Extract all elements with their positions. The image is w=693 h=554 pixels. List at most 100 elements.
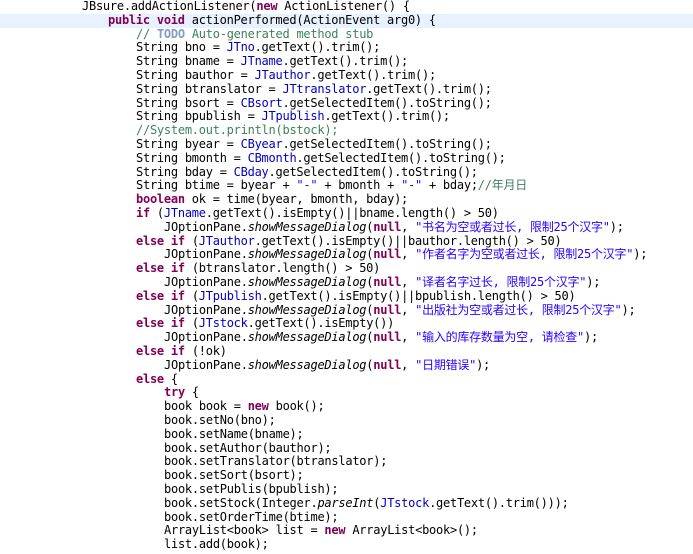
code-token: String bpublish = xyxy=(136,110,262,124)
code-token: , xyxy=(401,220,416,234)
code-line[interactable]: //System.out.println(bstock); xyxy=(0,124,693,138)
code-line[interactable]: book.setSort(bsort); xyxy=(0,469,693,483)
code-token: JTpublish xyxy=(198,289,262,303)
code-token: ( xyxy=(184,289,199,303)
code-token: if xyxy=(170,345,185,358)
code-token: ); xyxy=(586,276,601,289)
code-token: "出版社为空或者过长, 限制25个汉字" xyxy=(415,303,622,317)
code-line[interactable]: else if (btranslator.length() > 50) xyxy=(0,262,693,276)
code-line[interactable]: JBsure.addActionListener(new ActionListe… xyxy=(0,0,693,14)
code-line[interactable]: String byear = CByear.getSelectedItem().… xyxy=(0,138,693,152)
code-line[interactable]: String btranslator = JTtranslator.getTex… xyxy=(0,83,693,97)
code-token: showMessageDialog xyxy=(247,358,367,372)
code-line[interactable]: else if (JTpublish.getText().isEmpty()||… xyxy=(0,290,693,304)
code-token: ); xyxy=(584,331,598,345)
code-line[interactable]: book.setOrderTime(btime); xyxy=(0,511,693,525)
code-token: ok = time(byear, bmonth, bday); xyxy=(184,193,409,207)
code-token: null xyxy=(373,358,402,372)
code-text: String bmonth = CBmonth.getSelectedItem(… xyxy=(136,152,506,166)
code-line-current[interactable]: public void actionPerformed(ActionEvent … xyxy=(0,13,693,28)
code-text: else if (btranslator.length() > 50) xyxy=(136,262,380,276)
code-token: "译者名字过长, 限制25个汉字" xyxy=(415,276,587,289)
code-text: boolean ok = time(byear, bmonth, bday); xyxy=(136,193,408,207)
code-text: else if (JTstock.getText().isEmpty()) xyxy=(136,317,394,331)
code-token: .getText().isEmpty()) xyxy=(247,317,395,331)
code-line[interactable]: else if (!ok) xyxy=(0,345,693,359)
code-line[interactable]: book.setStock(Integer.parseInt(JTstock.g… xyxy=(0,497,693,511)
code-line[interactable]: else if (JTauthor.getText().isEmpty()||b… xyxy=(0,235,693,249)
code-token: .getText().trim(); xyxy=(254,41,381,55)
code-token: (!ok) xyxy=(184,345,227,358)
code-line[interactable]: book.setAuthor(bauthor); xyxy=(0,442,693,456)
code-line[interactable]: book.setTranslator(btranslator); xyxy=(0,455,693,469)
code-line[interactable]: String bauthor = JTauthor.getText().trim… xyxy=(0,69,693,83)
code-line[interactable]: String bmonth = CBmonth.getSelectedItem(… xyxy=(0,152,693,166)
code-text: list.add(book); xyxy=(164,538,269,552)
code-text: book.setName(bname); xyxy=(164,428,304,442)
code-text: ArrayList<book> list = new ArrayList<boo… xyxy=(164,524,478,538)
code-token: , xyxy=(401,303,416,317)
code-token: JOptionPane. xyxy=(164,220,248,234)
code-line[interactable]: JOptionPane.showMessageDialog(null, "译者名… xyxy=(0,276,693,290)
code-line[interactable]: String bpublish = JTpublish.getText().tr… xyxy=(0,110,693,124)
code-text: else if (JTauthor.getText().isEmpty()||b… xyxy=(136,234,562,249)
code-line[interactable]: JOptionPane.showMessageDialog(null, "日期错… xyxy=(0,359,693,373)
code-text: book.setNo(bno); xyxy=(164,414,276,428)
code-token: if xyxy=(136,207,150,220)
code-line[interactable]: else { xyxy=(0,373,693,387)
code-token: Auto-generated method stub xyxy=(184,27,374,41)
code-token: .getSelectedItem().toString(); xyxy=(296,151,506,165)
code-token: new xyxy=(247,400,269,414)
code-token: JBsure. xyxy=(82,0,131,13)
code-token: CBsort xyxy=(240,96,283,110)
code-token: else xyxy=(136,262,164,276)
code-token: .getText().isEmpty()||bpublish.length() … xyxy=(261,289,576,303)
code-line[interactable]: book.setName(bname); xyxy=(0,428,693,442)
code-token: try xyxy=(164,386,185,400)
code-line[interactable]: String bname = JTname.getText().trim(); xyxy=(0,55,693,69)
code-line[interactable]: String bday = CBday.getSelectedItem().to… xyxy=(0,166,693,180)
code-token: { xyxy=(163,372,178,386)
code-line[interactable]: book.setPublis(bpublish); xyxy=(0,483,693,497)
code-token: new xyxy=(256,0,278,13)
code-token: String btranslator = xyxy=(136,82,283,96)
code-token: .getText().trim(); xyxy=(324,110,450,124)
code-token: "输入的库存数量为空, 请检查" xyxy=(415,331,585,345)
code-line[interactable]: String bsort = CBsort.getSelectedItem().… xyxy=(0,97,693,111)
code-token: book.setNo(bno); xyxy=(164,414,276,427)
code-token: showMessageDialog xyxy=(247,303,367,317)
code-text: book.setTranslator(btranslator); xyxy=(164,455,387,469)
code-line[interactable]: book book = new book(); xyxy=(0,400,693,414)
code-token: JTtranslator xyxy=(282,82,367,96)
code-line[interactable]: String bno = JTno.getText().trim(); xyxy=(0,41,693,55)
code-line[interactable]: ArrayList<book> list = new ArrayList<boo… xyxy=(0,524,693,538)
code-token: null xyxy=(373,276,402,289)
code-token: .getText().isEmpty()||bauthor.length() >… xyxy=(254,234,562,248)
code-token: null xyxy=(373,331,402,345)
code-line[interactable]: list.add(book); xyxy=(0,538,693,552)
code-line[interactable]: JOptionPane.showMessageDialog(null, "输入的… xyxy=(0,331,693,345)
code-token: showMessageDialog xyxy=(247,276,367,289)
code-token: showMessageDialog xyxy=(247,331,367,345)
code-line[interactable]: JOptionPane.showMessageDialog(null, "书名为… xyxy=(0,221,693,235)
code-line[interactable]: boolean ok = time(byear, bmonth, bday); xyxy=(0,193,693,207)
code-token: book.setStock(Integer. xyxy=(164,496,318,510)
code-text: String bpublish = JTpublish.getText().tr… xyxy=(136,110,450,124)
code-text: book.setAuthor(bauthor); xyxy=(164,442,332,456)
code-token: book.setSort(bsort); xyxy=(164,469,304,483)
code-line[interactable]: else if (JTstock.getText().isEmpty()) xyxy=(0,317,693,331)
code-token: else xyxy=(136,234,164,248)
code-token: else xyxy=(136,345,164,358)
code-token: ); xyxy=(609,220,624,234)
code-line[interactable]: JOptionPane.showMessageDialog(null, "出版社… xyxy=(0,304,693,318)
code-token: JTpublish xyxy=(261,110,325,124)
code-line[interactable]: // TODO Auto-generated method stub xyxy=(0,28,693,42)
code-editor[interactable]: JBsure.addActionListener(new ActionListe… xyxy=(0,0,693,554)
code-line[interactable]: book.setNo(bno); xyxy=(0,414,693,428)
code-line[interactable]: JOptionPane.showMessageDialog(null, "作者名… xyxy=(0,248,693,262)
code-token: boolean xyxy=(136,193,185,207)
code-token: null xyxy=(373,303,402,317)
code-line[interactable]: try { xyxy=(0,386,693,400)
code-line[interactable]: if (JTname.getText().isEmpty()||bname.le… xyxy=(0,207,693,221)
code-line[interactable]: String btime = byear + "-" + bmonth + "-… xyxy=(0,179,693,193)
